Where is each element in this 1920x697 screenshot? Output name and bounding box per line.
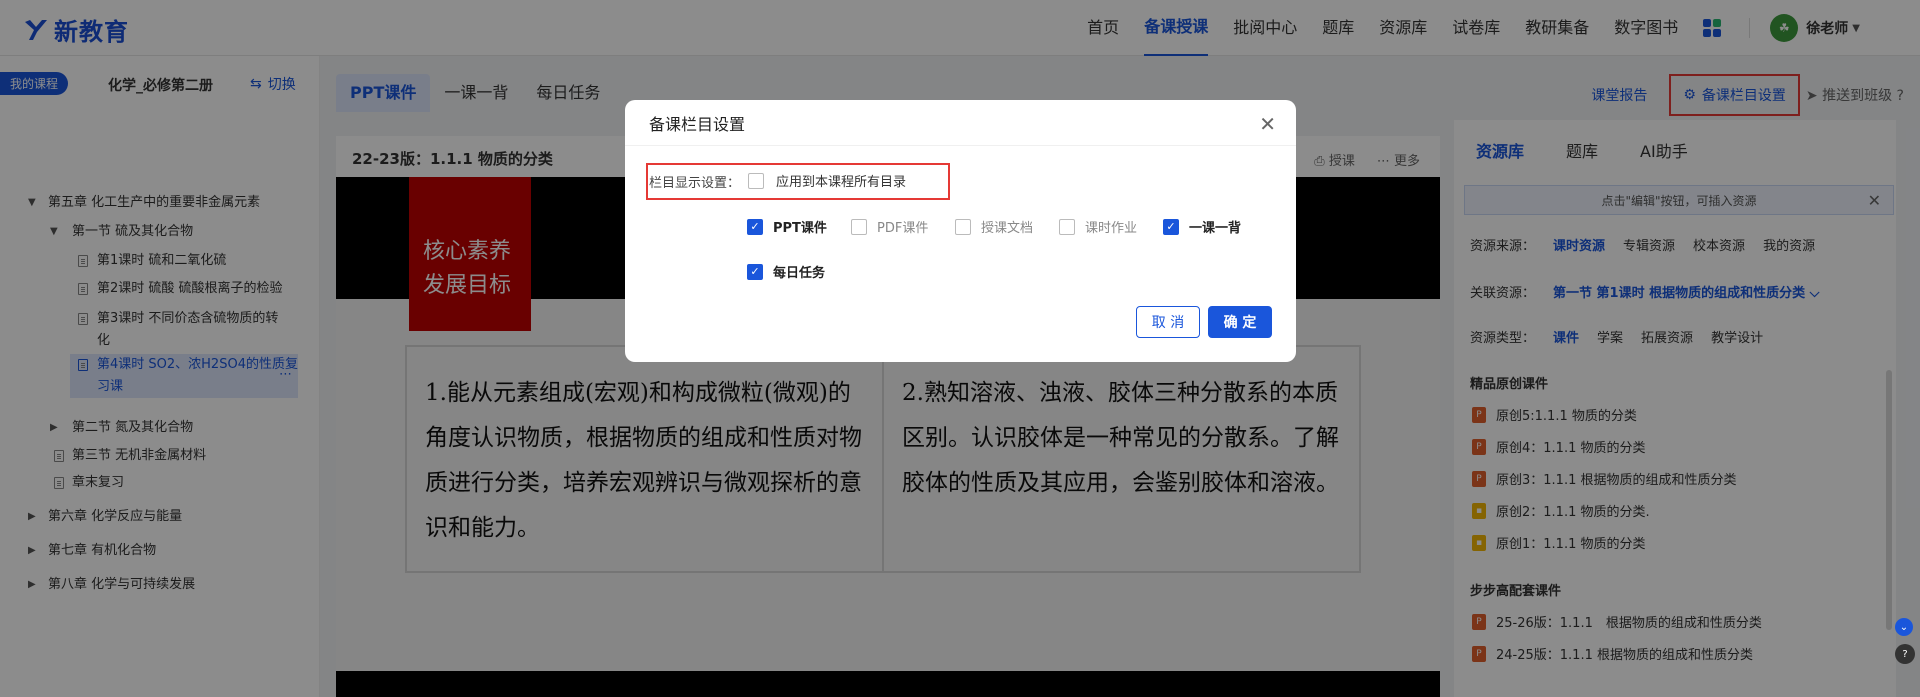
column-options: ✓ PPT课件 PDF课件 授课文档 课时作业 ✓ 一课一背 ✓ 每日任务 [747, 217, 1267, 281]
confirm-button[interactable]: 确 定 [1208, 306, 1272, 338]
option-label: PDF课件 [877, 221, 929, 236]
checkbox-icon[interactable]: ✓ [1163, 218, 1179, 235]
close-icon[interactable]: ✕ [1259, 112, 1276, 136]
option-label: 课时作业 [1085, 221, 1138, 236]
help-icon[interactable]: ? [1895, 644, 1915, 664]
checkbox-icon[interactable] [1059, 218, 1075, 235]
chevron-down-icon[interactable]: ⌄ [1895, 618, 1913, 636]
option-label: 每日任务 [773, 266, 826, 281]
option-one-lesson[interactable]: ✓ 一课一背 [1163, 217, 1267, 236]
option-label: PPT课件 [773, 221, 827, 236]
checkbox-icon[interactable]: ✓ [747, 218, 763, 235]
option-lesson-doc[interactable]: 授课文档 [955, 217, 1059, 236]
option-pdf[interactable]: PDF课件 [851, 217, 955, 236]
display-setting-label: 栏目显示设置： [649, 176, 741, 191]
option-ppt[interactable]: ✓ PPT课件 [747, 217, 851, 236]
checkbox-icon[interactable]: ✓ [747, 263, 763, 280]
dialog-title: 备课栏目设置 [625, 100, 1296, 146]
apply-all-label: 应用到本课程所有目录 [776, 175, 907, 190]
dialog-buttons: 取 消 确 定 [1136, 306, 1272, 338]
option-label: 一课一背 [1189, 221, 1242, 236]
checkbox-icon[interactable] [748, 172, 764, 189]
cancel-button[interactable]: 取 消 [1136, 306, 1200, 338]
option-homework[interactable]: 课时作业 [1059, 217, 1163, 236]
checkbox-icon[interactable] [955, 218, 971, 235]
checkbox-icon[interactable] [851, 218, 867, 235]
column-settings-dialog: 备课栏目设置 ✕ 栏目显示设置： 应用到本课程所有目录 ✓ PPT课件 PDF课件… [625, 100, 1296, 362]
option-label: 授课文档 [981, 221, 1034, 236]
option-daily-task[interactable]: ✓ 每日任务 [747, 262, 851, 281]
floating-buttons: ⌄ ? [1895, 618, 1915, 672]
apply-all-checkbox[interactable]: 应用到本课程所有目录 [748, 171, 906, 190]
